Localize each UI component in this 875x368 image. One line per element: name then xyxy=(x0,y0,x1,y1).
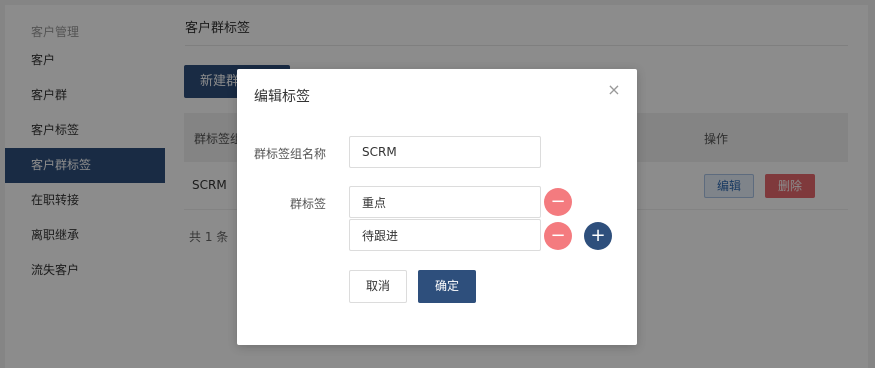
remove-tag-2-button[interactable]: − xyxy=(544,222,572,250)
tag-input-1[interactable] xyxy=(349,186,541,218)
modal-title: 编辑标签 xyxy=(254,89,310,105)
minus-icon: − xyxy=(550,191,566,212)
edit-tag-modal: 编辑标签 × 群标签组名称 群标签 − − + 取消 确定 xyxy=(237,69,637,345)
tags-label: 群标签 xyxy=(289,197,326,211)
confirm-button[interactable]: 确定 xyxy=(418,270,476,303)
tag-input-2[interactable] xyxy=(349,219,541,251)
group-name-label: 群标签组名称 xyxy=(253,147,326,161)
group-name-input[interactable] xyxy=(349,136,541,168)
minus-icon: − xyxy=(550,225,566,246)
app-frame: 客户管理 客户 客户群 客户标签 客户群标签 在职转接 离职继承 流失客户 客户… xyxy=(0,0,875,368)
remove-tag-1-button[interactable]: − xyxy=(544,188,572,216)
close-icon[interactable]: × xyxy=(606,82,622,98)
cancel-button[interactable]: 取消 xyxy=(349,270,407,303)
add-tag-button[interactable]: + xyxy=(584,222,612,250)
plus-icon: + xyxy=(590,225,606,246)
